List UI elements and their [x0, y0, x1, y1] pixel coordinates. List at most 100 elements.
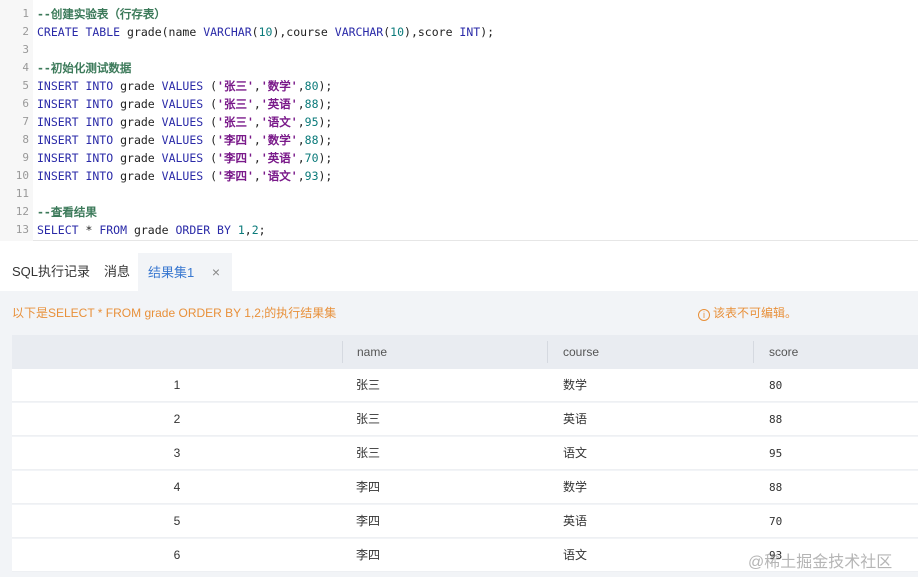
column-divider[interactable] — [342, 341, 343, 363]
code-token: ); — [318, 115, 333, 129]
course-cell[interactable]: 数学 — [563, 369, 587, 402]
code-token: --查看结果 — [37, 205, 97, 219]
table-row[interactable]: 2 张三 英语 88 — [12, 403, 918, 436]
code-token: INSERT INTO — [37, 97, 121, 111]
code-token: VALUES — [161, 133, 211, 147]
code-token: VARCHAR — [203, 25, 252, 39]
code-token: '李四' — [217, 151, 254, 165]
course-cell[interactable]: 英语 — [563, 505, 587, 538]
code-token: 88 — [304, 133, 319, 147]
table-row[interactable]: 1 张三 数学 80 — [12, 369, 918, 402]
row-index-cell[interactable]: 4 — [12, 471, 342, 504]
course-cell[interactable]: 英语 — [563, 403, 587, 436]
name-cell[interactable]: 李四 — [356, 505, 380, 538]
code-text: SELECT * FROM grade ORDER BY 1,2; — [37, 221, 266, 239]
name-cell[interactable]: 张三 — [356, 369, 380, 402]
score-cell[interactable]: 88 — [769, 403, 782, 436]
name-cell[interactable]: 李四 — [356, 539, 380, 572]
code-token: 95 — [304, 115, 319, 129]
tab-messages[interactable]: 消息 — [104, 253, 130, 291]
result-tabs: SQL执行记录 消息 结果集1 × — [0, 253, 918, 291]
score-cell[interactable]: 95 — [769, 437, 782, 470]
row-index-cell[interactable]: 2 — [12, 403, 342, 436]
code-token: , — [253, 79, 261, 93]
score-cell[interactable]: 88 — [769, 471, 782, 504]
code-token: 70 — [304, 151, 319, 165]
code-line[interactable]: 5 INSERT INTO grade VALUES ('张三','数学',80)… — [0, 77, 918, 95]
code-token: grade — [120, 97, 162, 111]
code-line[interactable]: 1 --创建实验表（行存表） — [0, 5, 918, 23]
code-line[interactable]: 6 INSERT INTO grade VALUES ('张三','英语',88)… — [0, 95, 918, 113]
code-token: grade — [120, 79, 162, 93]
course-cell[interactable]: 语文 — [563, 437, 587, 470]
name-cell[interactable]: 张三 — [356, 403, 380, 436]
code-token: ( — [210, 97, 218, 111]
code-token: VARCHAR — [334, 25, 384, 39]
code-line[interactable]: 7 INSERT INTO grade VALUES ('张三','语文',95)… — [0, 113, 918, 131]
readonly-notice-text: 该表不可编辑。 — [713, 306, 798, 320]
course-cell[interactable]: 语文 — [563, 539, 587, 572]
code-token: VALUES — [161, 79, 211, 93]
code-token: grade — [120, 151, 162, 165]
code-line[interactable]: 3 — [0, 41, 918, 59]
code-token: , — [297, 97, 305, 111]
table-row[interactable]: 3 张三 语文 95 — [12, 437, 918, 470]
code-token: grade — [133, 223, 176, 237]
code-line[interactable]: 13 SELECT * FROM grade ORDER BY 1,2; — [0, 221, 918, 239]
row-index-cell[interactable]: 5 — [12, 505, 342, 538]
code-line[interactable]: 8 INSERT INTO grade VALUES ('李四','数学',88)… — [0, 131, 918, 149]
code-token: VALUES — [161, 151, 211, 165]
code-text: INSERT INTO grade VALUES ('张三','英语',88); — [37, 95, 332, 113]
code-token: VALUES — [161, 115, 211, 129]
row-index-cell[interactable]: 1 — [12, 369, 342, 402]
name-cell[interactable]: 张三 — [356, 437, 380, 470]
header-course[interactable]: course — [563, 335, 599, 369]
code-token: INSERT INTO — [37, 79, 121, 93]
table-row[interactable]: 5 李四 英语 70 — [12, 505, 918, 538]
code-token: , — [253, 169, 261, 183]
code-token: , — [253, 115, 261, 129]
score-cell[interactable]: 80 — [769, 369, 782, 402]
column-divider[interactable] — [547, 341, 548, 363]
code-token: ); — [480, 25, 495, 39]
line-number: 1 — [22, 7, 29, 20]
line-number: 8 — [22, 133, 29, 146]
line-number: 9 — [22, 151, 29, 164]
code-line[interactable]: 4 --初始化测试数据 — [0, 59, 918, 77]
row-index-cell[interactable]: 6 — [12, 539, 342, 572]
tab-sql-history[interactable]: SQL执行记录 — [12, 253, 90, 291]
header-name[interactable]: name — [357, 335, 387, 369]
grid-header: name course score — [12, 335, 918, 369]
code-token: , — [297, 151, 305, 165]
code-token: FROM — [99, 223, 134, 237]
code-token: ),course — [272, 25, 335, 39]
code-token: ORDER BY — [175, 223, 238, 237]
course-cell[interactable]: 数学 — [563, 471, 587, 504]
code-token: 10 — [258, 25, 273, 39]
row-index-cell[interactable]: 3 — [12, 437, 342, 470]
code-line[interactable]: 10 INSERT INTO grade VALUES ('李四','语文',93… — [0, 167, 918, 185]
tab-result-set-1[interactable]: 结果集1 × — [138, 253, 233, 291]
result-panel: 以下是SELECT * FROM grade ORDER BY 1,2;的执行结… — [0, 291, 918, 577]
score-cell[interactable]: 70 — [769, 505, 782, 538]
sql-editor[interactable]: 1 --创建实验表（行存表） 2 CREATE TABLE grade(name VA… — [0, 0, 918, 241]
code-line[interactable]: 12 --查看结果 — [0, 203, 918, 221]
close-icon[interactable]: × — [212, 253, 220, 291]
header-score[interactable]: score — [769, 335, 798, 369]
code-line[interactable]: 2 CREATE TABLE grade(name VARCHAR(10),cou… — [0, 23, 918, 41]
watermark: @稀土掘金技术社区 — [748, 554, 893, 571]
tab-result-set-label: 结果集1 — [148, 265, 195, 280]
code-token: INSERT INTO — [37, 133, 121, 147]
result-info-text: 以下是SELECT * FROM grade ORDER BY 1,2;的执行结… — [12, 306, 337, 320]
table-row[interactable]: 4 李四 数学 88 — [12, 471, 918, 504]
line-number: 5 — [22, 79, 29, 92]
code-token: INT — [459, 25, 481, 39]
code-token: ); — [318, 79, 333, 93]
code-line[interactable]: 11 — [0, 185, 918, 203]
name-cell[interactable]: 李四 — [356, 471, 380, 504]
line-number: 2 — [22, 25, 29, 38]
code-token: ); — [318, 151, 333, 165]
header-index[interactable] — [12, 335, 342, 369]
code-line[interactable]: 9 INSERT INTO grade VALUES ('李四','英语',70)… — [0, 149, 918, 167]
column-divider[interactable] — [753, 341, 754, 363]
